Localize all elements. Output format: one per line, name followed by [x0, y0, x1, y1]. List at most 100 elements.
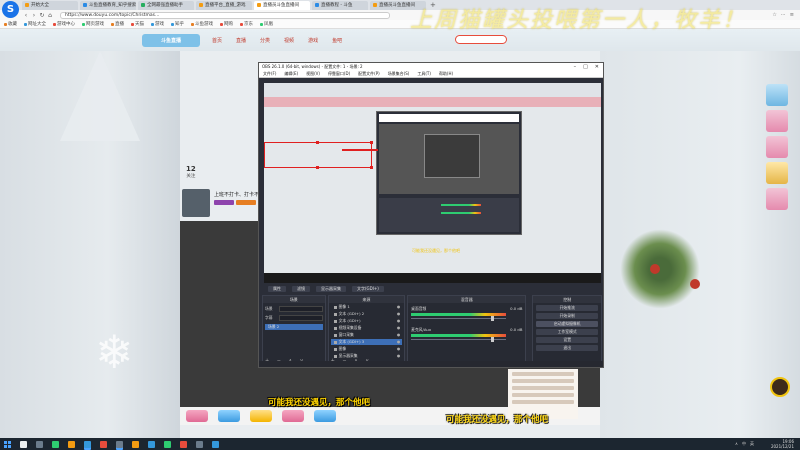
bookmark-item[interactable]: 网页游戏 — [82, 21, 104, 27]
eye-icon[interactable]: ● — [397, 318, 400, 324]
more-icon[interactable]: ⋯ — [781, 12, 786, 18]
obs-preview-canvas[interactable]: 可能我还没遇见，那个他吧 — [264, 83, 601, 283]
language-indicator[interactable]: 英 — [750, 441, 754, 447]
settings-button[interactable]: 设置 — [536, 337, 598, 343]
prop-field[interactable] — [279, 315, 323, 321]
bookmark-item[interactable]: 凤凰 — [260, 21, 273, 27]
browser-logo-icon[interactable]: S — [2, 1, 19, 18]
refresh-button[interactable]: ↻ — [38, 12, 46, 19]
properties-button[interactable]: 属性 — [268, 286, 286, 292]
volume-slider[interactable] — [411, 316, 507, 321]
browser-tab-5[interactable]: 直播教程 - 斗鱼 — [312, 0, 368, 10]
obs-taskbar-icon[interactable] — [116, 440, 123, 448]
menu-tools[interactable]: 工具(T) — [417, 71, 431, 77]
app-taskbar-icon[interactable] — [148, 440, 155, 448]
gift-icon[interactable] — [282, 410, 304, 422]
source-item[interactable]: 文本 (GDI+) ● — [331, 318, 403, 324]
ime-indicator[interactable]: 中 — [742, 441, 746, 447]
eye-icon[interactable]: ● — [397, 346, 400, 352]
gift-icon[interactable] — [218, 410, 240, 422]
browser-tab-3[interactable]: 直播平台_直播_游戏 — [196, 0, 252, 10]
bookmark-star-icon[interactable]: ☆ — [772, 12, 776, 18]
site-nav-item[interactable]: 鱼吧 — [332, 37, 342, 44]
volume-slider[interactable] — [411, 337, 507, 342]
exit-button[interactable]: 退出 — [536, 345, 598, 351]
app-taskbar-icon[interactable] — [100, 440, 107, 448]
gift-icon[interactable] — [186, 410, 208, 422]
browser-tab-4-active[interactable]: 直播员斗鱼直播间 — [254, 0, 310, 10]
rail-promo-item[interactable] — [766, 162, 788, 184]
menu-view[interactable]: 视图(V) — [306, 71, 320, 77]
source-item[interactable]: 图像 ● — [331, 346, 403, 352]
filters-button[interactable]: 滤镜 — [292, 286, 310, 292]
source-item[interactable]: 视频采集设备 ● — [331, 325, 403, 331]
menu-icon[interactable]: ≡ — [790, 12, 794, 18]
close-icon[interactable]: ✕ — [595, 64, 599, 70]
bookmark-item[interactable]: 收藏 — [4, 21, 17, 27]
streamer-avatar[interactable] — [182, 189, 210, 217]
menu-edit[interactable]: 编辑(E) — [284, 71, 298, 77]
eye-icon[interactable]: ● — [397, 332, 400, 338]
site-nav-item[interactable]: 直播 — [236, 37, 246, 44]
search-icon[interactable] — [20, 440, 27, 448]
menu-file[interactable]: 文件(F) — [263, 71, 276, 77]
browser-tab-2[interactable]: 全网最强直播助手 — [138, 0, 194, 10]
minimize-icon[interactable]: – — [574, 64, 577, 70]
url-input[interactable]: https://www.douyu.com/topic/Christmas... — [60, 11, 390, 19]
source-item[interactable]: 图像 1 ● — [331, 304, 403, 310]
selection-box[interactable] — [264, 142, 372, 168]
bookmark-item[interactable]: 知乎 — [171, 21, 184, 27]
prop-field[interactable] — [279, 306, 323, 312]
bookmark-item[interactable]: 直播 — [111, 21, 124, 27]
bookmark-item[interactable]: 京东 — [240, 21, 253, 27]
tray-expand-icon[interactable]: ∧ — [735, 441, 738, 447]
gift-icon[interactable] — [250, 410, 272, 422]
source-item-selected[interactable]: 文本 (GDI+) 3 ● — [330, 339, 403, 345]
site-nav-item[interactable]: 分类 — [260, 37, 270, 44]
start-streaming-button[interactable]: 开始推流 — [536, 305, 598, 311]
browser-tab-1[interactable]: 斗鱼直播教育_知乎搜索 — [80, 0, 136, 10]
app-taskbar-icon[interactable] — [164, 440, 171, 448]
bookmark-item[interactable]: 天猫 — [131, 21, 144, 27]
gift-icon[interactable] — [314, 410, 336, 422]
text-gdi-button[interactable]: 文字(GDI+) — [352, 286, 384, 292]
studio-mode-button[interactable]: 工作室模式 — [536, 329, 598, 335]
bookmark-item[interactable]: 游戏中心 — [53, 21, 75, 27]
eye-icon[interactable]: ● — [397, 311, 400, 317]
site-nav-item[interactable]: 游戏 — [308, 37, 318, 44]
menu-profile[interactable]: 配置文件(P) — [358, 71, 380, 77]
resize-handle[interactable] — [370, 166, 373, 169]
browser-taskbar-icon[interactable] — [84, 440, 91, 448]
wechat-icon[interactable] — [52, 440, 59, 448]
app-taskbar-icon[interactable] — [132, 440, 139, 448]
bookmark-item[interactable]: 游戏 — [151, 21, 164, 27]
bookmark-item[interactable]: 网购 — [220, 21, 233, 27]
start-virtual-camera-button[interactable]: 启动虚拟摄像机 — [536, 321, 598, 327]
app-taskbar-icon[interactable] — [212, 440, 219, 448]
bookmark-item[interactable]: 网址大全 — [24, 21, 46, 27]
rail-promo-item[interactable] — [766, 188, 788, 210]
site-logo[interactable]: 斗鱼直播 — [142, 34, 200, 47]
windows-start-icon[interactable] — [4, 440, 11, 448]
task-view-icon[interactable] — [36, 440, 43, 448]
bookmark-item[interactable]: 斗鱼游戏 — [191, 21, 213, 27]
maximize-icon[interactable]: □ — [583, 64, 588, 70]
display-capture-button[interactable]: 显示器采集 — [316, 286, 346, 292]
resize-handle[interactable] — [370, 141, 373, 144]
eye-icon[interactable]: ● — [397, 325, 400, 331]
back-button[interactable]: ‹ — [22, 12, 30, 19]
file-explorer-icon[interactable] — [68, 440, 75, 448]
home-button[interactable]: ⌂ — [46, 12, 54, 19]
site-search-input[interactable] — [455, 35, 507, 44]
resize-handle[interactable] — [316, 166, 319, 169]
browser-tab-0[interactable]: 开始大全 — [22, 0, 78, 10]
rail-promo-item[interactable] — [766, 84, 788, 106]
menu-help[interactable]: 帮助(H) — [439, 71, 453, 77]
resize-handle[interactable] — [316, 141, 319, 144]
menu-scene-collection[interactable]: 场景集合(S) — [388, 71, 410, 77]
source-item[interactable]: 文本 (GDI+) 2 ● — [331, 311, 403, 317]
eye-icon[interactable]: ● — [397, 353, 400, 359]
start-recording-button[interactable]: 开始录制 — [536, 313, 598, 319]
eye-icon[interactable]: ● — [397, 339, 400, 345]
rail-promo-item[interactable] — [766, 110, 788, 132]
